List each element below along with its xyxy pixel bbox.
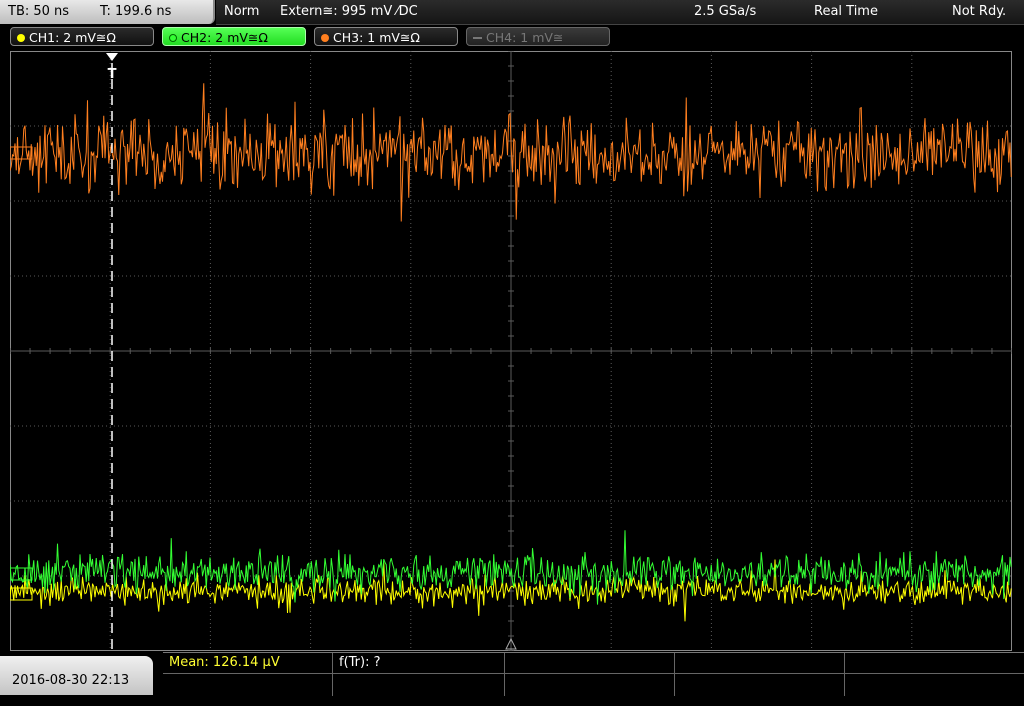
- trigger-marker-label: T: [108, 67, 117, 82]
- channel-4-label: CH4: 1 mV≅: [486, 30, 564, 45]
- measurement-mean-value: Mean: 126.14 µV: [169, 655, 280, 670]
- status-bar: TB: 50 ns T: 199.6 ns Norm Extern≅: 995 …: [0, 0, 1024, 25]
- ready-state: Not Rdy.: [952, 4, 1007, 19]
- measurement-slot-6[interactable]: [163, 674, 333, 696]
- datetime-value: 2016-08-30 22:13: [12, 673, 130, 688]
- measurement-slot-5[interactable]: [845, 653, 1024, 674]
- measurement-mean[interactable]: Mean: 126.14 µV: [163, 653, 333, 674]
- channel-1-label: CH1: 2 mV≅Ω: [29, 30, 116, 45]
- channel-3-label: CH3: 1 mV≅Ω: [333, 30, 420, 45]
- channel-3-button[interactable]: CH3: 1 mV≅Ω: [314, 27, 458, 46]
- channel-4-off-icon: [473, 37, 482, 39]
- acquisition-type: Real Time: [814, 4, 878, 19]
- channel-2-button[interactable]: CH2: 2 mV≅Ω: [162, 27, 306, 46]
- footer-bar: 2016-08-30 22:13 Mean: 126.14 µV f(Tr): …: [0, 652, 1024, 696]
- measurement-function[interactable]: f(Tr): ?: [333, 653, 505, 674]
- trigger-arrow-icon[interactable]: [106, 53, 118, 61]
- waveform-display[interactable]: T: [10, 51, 1012, 651]
- measurement-slot-10[interactable]: [845, 674, 1024, 696]
- measurement-function-value: f(Tr): ?: [339, 655, 381, 670]
- trigger-time-value: T: 199.6 ns: [100, 4, 172, 19]
- measurement-slot-8[interactable]: [505, 674, 675, 696]
- timebase-panel[interactable]: TB: 50 ns T: 199.6 ns: [0, 0, 215, 24]
- trigger-source: Extern≅: 995 mV ⁄DC: [280, 4, 418, 19]
- channel-bar: CH1: 2 mV≅Ω CH2: 2 mV≅Ω CH3: 1 mV≅Ω CH4:…: [0, 25, 1024, 49]
- measurement-slot-4[interactable]: [675, 653, 845, 674]
- measurement-slot-7[interactable]: [333, 674, 505, 696]
- datetime-panel[interactable]: 2016-08-30 22:13: [0, 656, 153, 695]
- channel-3-dot-icon: [321, 34, 329, 42]
- measurement-table: Mean: 126.14 µV f(Tr): ?: [163, 652, 1024, 696]
- channel-4-button[interactable]: CH4: 1 mV≅: [466, 27, 610, 46]
- sample-rate: 2.5 GSa/s: [694, 4, 757, 19]
- channel-1-button[interactable]: CH1: 2 mV≅Ω: [10, 27, 154, 46]
- timebase-value: TB: 50 ns: [8, 4, 70, 19]
- measurement-slot-3[interactable]: [505, 653, 675, 674]
- measurement-slot-9[interactable]: [675, 674, 845, 696]
- channel-2-label: CH2: 2 mV≅Ω: [181, 30, 268, 45]
- channel-1-dot-icon: [17, 34, 25, 42]
- channel-2-dot-icon: [169, 34, 177, 42]
- acquisition-mode: Norm: [224, 4, 260, 19]
